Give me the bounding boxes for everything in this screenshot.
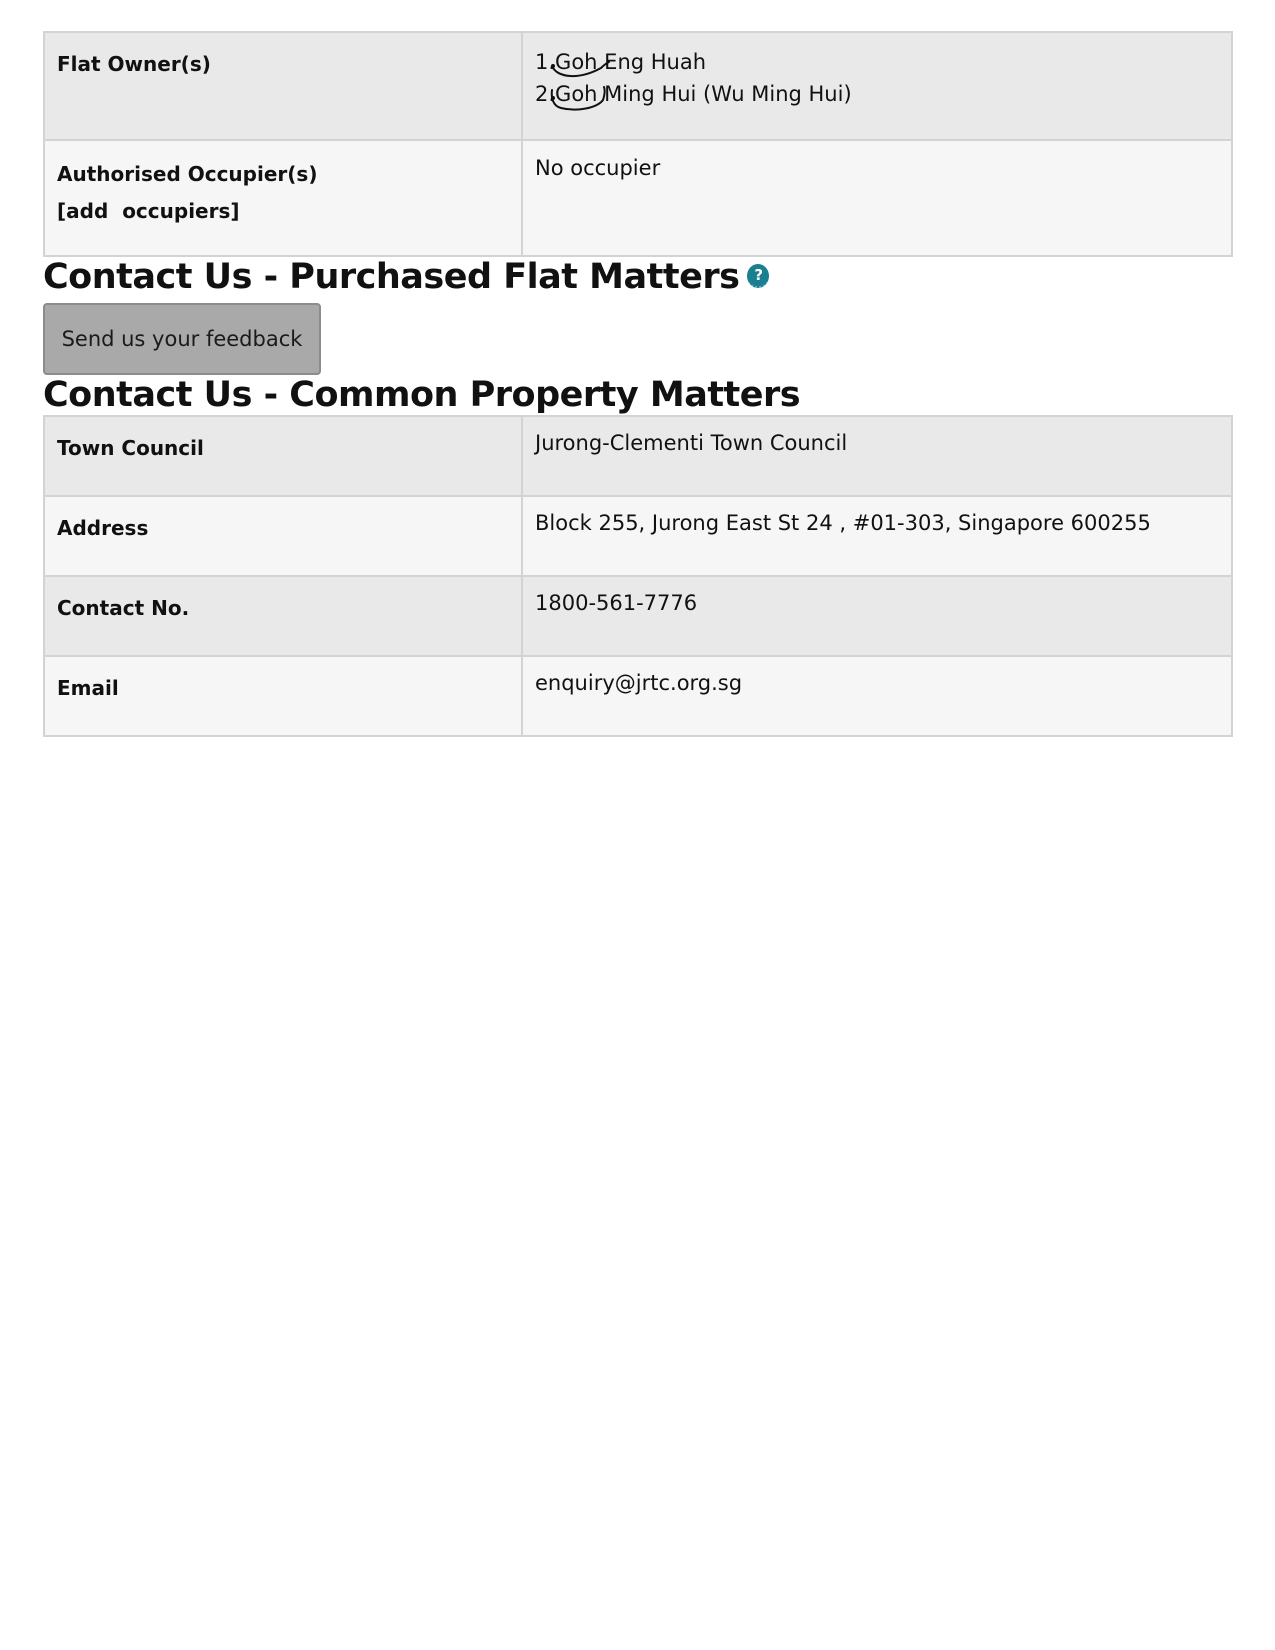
owner-surname: Goh — [551, 46, 611, 79]
occupiers-row: Authorised Occupier(s) [add occupiers] N… — [43, 139, 1233, 257]
address-value: Block 255, Jurong East St 24 , #01-303, … — [521, 495, 1233, 577]
flat-owners-row: Flat Owner(s) 1.Goh Eng Huah 2.Goh Ming … — [43, 31, 1233, 141]
table-row: Town Council Jurong-Clementi Town Counci… — [43, 415, 1233, 497]
common-property-heading: Contact Us - Common Property Matters — [43, 375, 801, 415]
occupiers-value: No occupier — [521, 139, 1233, 257]
table-row: Contact No. 1800-561-7776 — [43, 575, 1233, 657]
page-content: Flat Owner(s) 1.Goh Eng Huah 2.Goh Ming … — [43, 31, 1233, 737]
common-property-table: Town Council Jurong-Clementi Town Counci… — [43, 415, 1233, 737]
table-row: Email enquiry@jrtc.org.sg — [43, 655, 1233, 737]
owner-number: 2. — [535, 82, 556, 106]
flat-owners-value: 1.Goh Eng Huah 2.Goh Ming Hui (Wu Ming H… — [521, 31, 1233, 141]
email-value[interactable]: enquiry@jrtc.org.sg — [521, 655, 1233, 737]
add-occupiers-link[interactable]: [add occupiers] — [57, 193, 509, 230]
contact-number-value: 1800-561-7776 — [521, 575, 1233, 657]
owner-entry: 2.Goh Ming Hui (Wu Ming Hui) — [535, 78, 1219, 111]
purchased-flat-heading: Contact Us - Purchased Flat Matters? — [43, 257, 1233, 297]
occupiers-label: Authorised Occupier(s) — [57, 162, 318, 186]
owner-given-name: Eng Huah — [604, 50, 707, 74]
flat-owners-label: Flat Owner(s) — [43, 31, 523, 141]
purchased-flat-title: Contact Us - Purchased Flat Matters — [43, 257, 740, 297]
question-circle-icon[interactable]: ? — [747, 264, 770, 288]
send-feedback-button[interactable]: Send us your feedback — [43, 303, 321, 375]
email-label: Email — [43, 655, 523, 737]
table-row: Address Block 255, Jurong East St 24 , #… — [43, 495, 1233, 577]
address-label: Address — [43, 495, 523, 577]
occupiers-label-cell: Authorised Occupier(s) [add occupiers] — [43, 139, 523, 257]
owner-number: 1. — [535, 50, 556, 74]
owner-surname: Goh — [550, 78, 606, 111]
owner-entry: 1.Goh Eng Huah — [535, 46, 1219, 78]
town-council-value: Jurong-Clementi Town Council — [521, 415, 1233, 497]
owner-given-name: Ming Hui (Wu Ming Hui) — [604, 82, 852, 106]
contact-number-label: Contact No. — [43, 575, 523, 657]
town-council-label: Town Council — [43, 415, 523, 497]
flat-info-table: Flat Owner(s) 1.Goh Eng Huah 2.Goh Ming … — [43, 31, 1233, 257]
